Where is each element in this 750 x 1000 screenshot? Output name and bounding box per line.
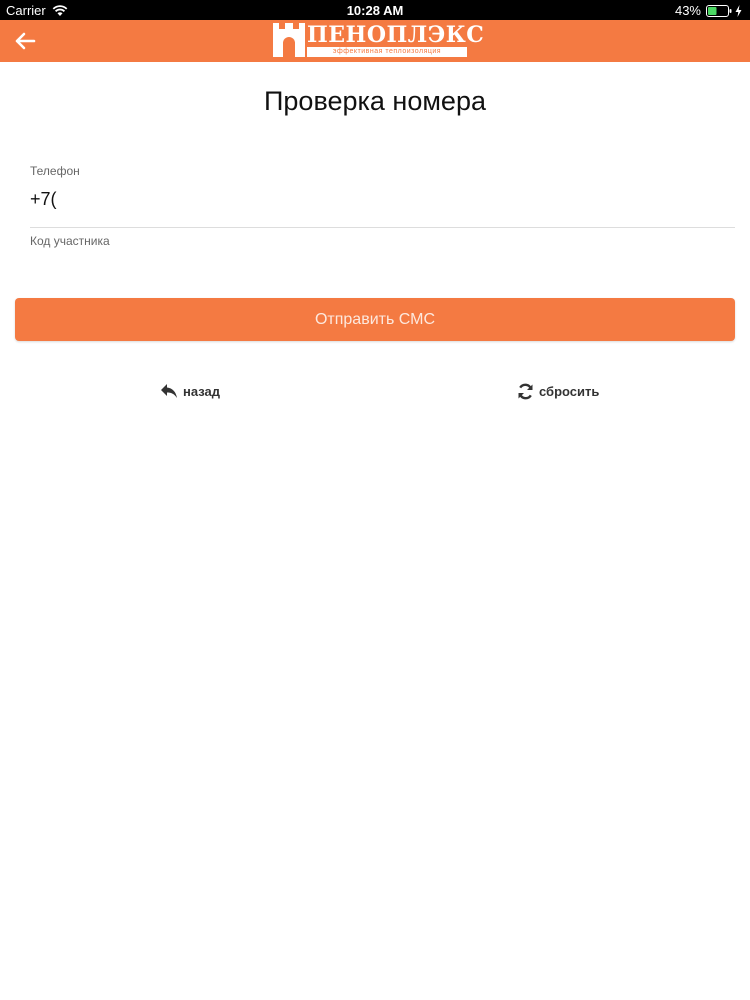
logo-tower-icon <box>273 23 305 57</box>
reply-icon <box>161 384 177 398</box>
field-divider <box>30 227 735 228</box>
status-right: 43% <box>675 3 742 18</box>
back-link-label: назад <box>183 383 221 399</box>
battery-percent: 43% <box>674 3 701 18</box>
page-title: Проверка номера <box>264 86 486 116</box>
charging-icon <box>735 4 742 17</box>
reset-link[interactable]: сбросить <box>517 383 599 400</box>
phone-label: Телефон <box>30 164 80 178</box>
phone-input[interactable] <box>30 187 730 211</box>
battery-icon <box>706 4 732 17</box>
logo: ПЕНОПЛЭКС эффективная теплоизоляция <box>273 23 484 57</box>
arrow-left-icon[interactable] <box>14 31 36 51</box>
logo-slogan: эффективная теплоизоляция <box>307 47 467 57</box>
app-header: ПЕНОПЛЭКС эффективная теплоизоляция <box>0 20 750 62</box>
logo-text: ПЕНОПЛЭКС <box>307 22 485 48</box>
status-bar: Carrier 10:28 AM 43% <box>0 0 750 20</box>
reset-link-label: сбросить <box>539 384 600 399</box>
status-time: 10:28 AM <box>346 3 404 18</box>
refresh-icon <box>518 383 533 400</box>
send-sms-button[interactable]: Отправить СМС <box>15 298 735 341</box>
screen: Carrier 10:28 AM 43% ПЕНОПЛЭКС эффективн… <box>0 0 750 1000</box>
participant-code-label: Код участника <box>30 234 110 248</box>
back-link[interactable]: назад <box>160 383 220 399</box>
participant-code-input[interactable] <box>30 256 730 280</box>
